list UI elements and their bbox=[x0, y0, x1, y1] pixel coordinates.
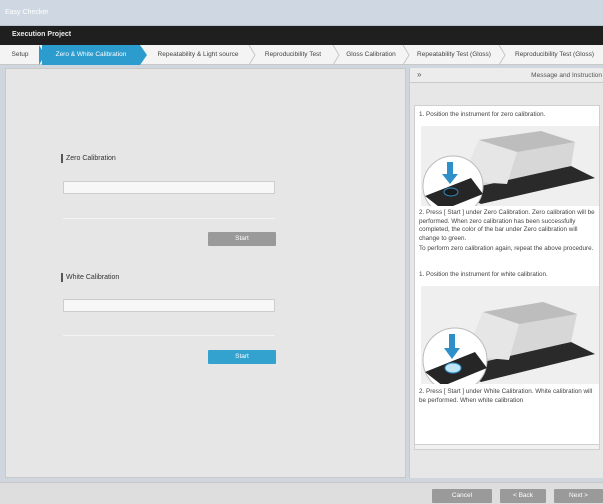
zero-calibration-start-button[interactable]: Start bbox=[208, 232, 276, 246]
next-button[interactable]: Next > bbox=[554, 489, 603, 503]
white-calibration-progress-bar bbox=[63, 299, 275, 312]
zero-instruction-step1: 1. Position the instrument for zero cali… bbox=[419, 111, 546, 118]
white-instruction-step1: 1. Position the instrument for white cal… bbox=[419, 271, 548, 278]
zero-calibration-instrument-image bbox=[421, 126, 599, 206]
zero-calibration-divider bbox=[63, 218, 275, 219]
project-title: Execution Project bbox=[12, 31, 72, 38]
back-button[interactable]: < Back bbox=[500, 489, 546, 503]
instruction-content: 1. Position the instrument for zero cali… bbox=[414, 105, 600, 447]
step-gloss-calibration[interactable]: Gloss Calibration bbox=[338, 45, 404, 65]
window-title: Easy Checker bbox=[5, 9, 49, 16]
window-titlebar: Easy Checker bbox=[0, 0, 603, 26]
zero-calibration-progress-bar bbox=[63, 181, 275, 194]
zero-calibration-label: Zero Calibration bbox=[61, 154, 116, 163]
zero-instruction-repeat: To perform zero calibration again, repea… bbox=[419, 245, 594, 252]
instrument-illustration-icon bbox=[421, 126, 599, 206]
footer-bar: Cancel < Back Next > bbox=[0, 482, 603, 504]
step-separator-icon bbox=[498, 45, 506, 65]
instruction-horizontal-scrollbar[interactable] bbox=[414, 444, 600, 450]
step-zero-white-calibration[interactable]: Zero & White Calibration bbox=[42, 45, 140, 65]
calibration-area: Zero Calibration Start White Calibration… bbox=[5, 68, 406, 478]
white-instruction-step2: 2. Press [ Start ] under White Calibrati… bbox=[419, 388, 593, 404]
step-repeatability-test-gloss[interactable]: Repeatability Test (Gloss) bbox=[410, 45, 498, 65]
step-repeatability-light-source[interactable]: Repeatability & Light source bbox=[148, 45, 248, 65]
zero-instruction-step2: 2. Press [ Start ] under Zero Calibratio… bbox=[419, 209, 595, 242]
instrument-illustration-icon bbox=[421, 286, 599, 384]
step-reproducibility-test-gloss[interactable]: Reproducibility Test (Gloss) bbox=[506, 45, 603, 65]
instruction-panel: » Message and Instruction 1. Position th… bbox=[409, 68, 603, 478]
project-bar: Execution Project bbox=[0, 26, 603, 45]
instruction-panel-header: » Message and Instruction bbox=[410, 68, 603, 83]
cancel-button[interactable]: Cancel bbox=[432, 489, 492, 503]
step-separator-icon bbox=[402, 45, 410, 65]
step-navigation: Setup Zero & White Calibration Repeatabi… bbox=[0, 45, 603, 65]
instruction-panel-title: Message and Instruction bbox=[531, 72, 602, 79]
step-setup[interactable]: Setup bbox=[0, 45, 40, 65]
white-calibration-instrument-image bbox=[421, 286, 599, 384]
step-separator-icon bbox=[140, 45, 147, 65]
collapse-panel-icon[interactable]: » bbox=[417, 70, 421, 79]
step-reproducibility-test[interactable]: Reproducibility Test bbox=[256, 45, 330, 65]
white-calibration-start-button[interactable]: Start bbox=[208, 350, 276, 364]
white-calibration-label: White Calibration bbox=[61, 273, 119, 282]
step-separator-icon bbox=[248, 45, 256, 65]
white-calibration-divider bbox=[63, 335, 275, 336]
